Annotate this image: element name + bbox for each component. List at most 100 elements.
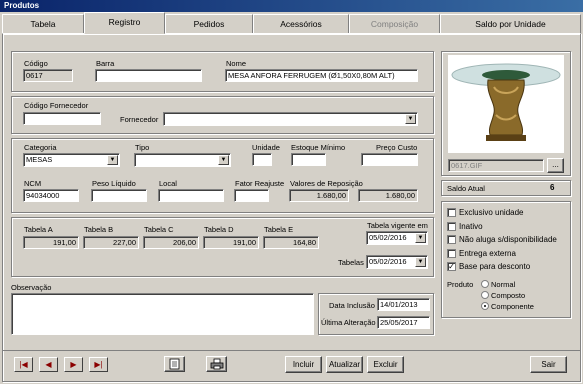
base-desconto-label: Base para desconto — [459, 262, 531, 271]
chevron-down-icon[interactable]: ▼ — [415, 257, 426, 267]
ultima-alteracao-field[interactable]: 25/05/2017 — [377, 316, 430, 329]
barra-label: Barra — [96, 59, 115, 68]
exclusivo-unidade-label: Exclusivo unidade — [459, 208, 524, 217]
inativo-checkbox[interactable] — [447, 222, 456, 231]
first-icon: |◀ — [19, 360, 28, 369]
tipo-select[interactable]: ▼ — [134, 153, 231, 167]
data-inclusao-label: Data Inclusão — [329, 301, 375, 310]
local-field[interactable] — [158, 189, 224, 202]
entrega-externa-checkbox[interactable] — [447, 249, 456, 258]
previous-icon: ◀ — [45, 360, 52, 369]
next-record-button[interactable]: ▶ — [64, 357, 83, 372]
produto-composto-label: Composto — [491, 291, 526, 300]
chevron-down-icon[interactable]: ▼ — [415, 233, 426, 243]
printer-icon — [210, 358, 223, 370]
tipo-label: Tipo — [135, 143, 150, 152]
valores-reposicao-label: Valores de Reposição — [290, 179, 363, 188]
tab-registro[interactable]: Registro — [84, 12, 165, 34]
tabela-b-label: Tabela B — [84, 225, 114, 234]
reposicao-field-1: 1.680,00 — [289, 189, 349, 202]
inativo-label: Inativo — [459, 222, 483, 231]
tabela-c-field: 206,00 — [143, 236, 199, 249]
window-title: Produtos — [0, 0, 583, 12]
tabela-vigente-label: Tabela vigente em — [367, 221, 428, 230]
tabela-d-label: Tabela D — [204, 225, 234, 234]
tabela-b-field: 227,00 — [83, 236, 139, 249]
atualizar-button[interactable]: Atualizar — [326, 356, 363, 373]
chevron-down-icon[interactable]: ▼ — [218, 155, 229, 165]
tabelas-value: 05/02/2016 — [369, 257, 407, 266]
tab-saldo-por-unidade[interactable]: Saldo por Unidade — [440, 14, 581, 33]
tab-label: Registro — [108, 17, 141, 27]
tabelas-select[interactable]: 05/02/2016 ▼ — [366, 255, 428, 269]
browse-image-button[interactable]: ... — [547, 158, 564, 173]
tab-label: Saldo por Unidade — [475, 19, 546, 29]
print-button[interactable] — [206, 356, 227, 372]
tab-label: Tabela — [30, 19, 56, 29]
categoria-label: Categoria — [24, 143, 57, 152]
next-icon: ▶ — [70, 360, 77, 369]
tabela-a-field: 191,00 — [23, 236, 79, 249]
nome-label: Nome — [226, 59, 247, 68]
last-icon: ▶| — [94, 360, 103, 369]
tabela-e-field: 164,80 — [263, 236, 319, 249]
chevron-down-icon[interactable]: ▼ — [405, 114, 416, 124]
unidade-label: Unidade — [252, 143, 280, 152]
cod-fornecedor-label: Código Fornecedor — [24, 101, 89, 110]
nome-field[interactable]: MESA ANFORA FERRUGEM (Ø1,50X0,80M ALT) — [225, 69, 418, 82]
reposicao-field-2: 1.680,00 — [358, 189, 418, 202]
data-inclusao-field[interactable]: 14/01/2013 — [377, 298, 430, 311]
estoque-minimo-field[interactable] — [291, 153, 326, 166]
fornecedor-select[interactable]: ▼ — [163, 112, 418, 126]
tab-pedidos[interactable]: Pedidos — [165, 14, 253, 33]
cod-fornecedor-field[interactable] — [23, 112, 101, 125]
nao-aluga-checkbox[interactable] — [447, 235, 456, 244]
tabela-a-label: Tabela A — [24, 225, 53, 234]
ncm-field[interactable]: 94034000 — [23, 189, 79, 202]
observacao-label: Observação — [11, 283, 52, 292]
peso-liquido-label: Peso Líquido — [92, 179, 136, 188]
preco-custo-label: Preço Custo — [376, 143, 418, 152]
produto-componente-label: Componente — [491, 302, 534, 311]
codigo-field[interactable]: 0617 — [23, 69, 73, 82]
incluir-button[interactable]: Incluir — [285, 356, 322, 373]
categoria-value: MESAS — [26, 155, 53, 164]
observacao-textarea[interactable] — [11, 293, 314, 335]
entrega-externa-label: Entrega externa — [459, 249, 516, 258]
categoria-select[interactable]: MESAS ▼ — [23, 153, 120, 167]
excluir-button[interactable]: Excluir — [367, 356, 404, 373]
sair-button[interactable]: Sair — [530, 356, 567, 373]
last-record-button[interactable]: ▶| — [89, 357, 108, 372]
barra-field[interactable] — [95, 69, 202, 82]
fator-reajuste-label: Fator Reajuste — [235, 179, 285, 188]
produto-normal-radio[interactable] — [481, 280, 489, 288]
base-desconto-checkbox[interactable]: ✓ — [447, 262, 456, 271]
options-panel — [441, 201, 571, 318]
peso-liquido-field[interactable] — [91, 189, 147, 202]
tab-tabela[interactable]: Tabela — [2, 14, 84, 33]
nao-aluga-label: Não aluga s/disponibilidade — [459, 235, 557, 244]
report-button[interactable] — [164, 356, 185, 372]
produto-componente-radio[interactable] — [481, 302, 489, 310]
produto-composto-radio[interactable] — [481, 291, 489, 299]
tabela-e-label: Tabela E — [264, 225, 294, 234]
product-image — [448, 55, 564, 153]
tabela-vigente-select[interactable]: 05/02/2016 ▼ — [366, 231, 428, 245]
document-icon — [169, 358, 179, 370]
first-record-button[interactable]: |◀ — [14, 357, 33, 372]
tabela-c-label: Tabela C — [144, 225, 174, 234]
produto-label: Produto — [447, 280, 474, 289]
exclusivo-unidade-checkbox[interactable] — [447, 208, 456, 217]
fornecedor-label: Fornecedor — [120, 115, 159, 124]
ultima-alteracao-label: Última Alteração — [321, 318, 376, 327]
chevron-down-icon[interactable]: ▼ — [107, 155, 118, 165]
tab-composicao: Composição — [349, 14, 440, 33]
previous-record-button[interactable]: ◀ — [39, 357, 58, 372]
unidade-field[interactable] — [252, 153, 272, 166]
preco-custo-field[interactable] — [361, 153, 418, 166]
image-filename-field: 0617.GIF — [448, 159, 544, 172]
ncm-label: NCM — [24, 179, 42, 188]
fator-reajuste-field[interactable] — [234, 189, 269, 202]
tab-acessorios[interactable]: Acessórios — [253, 14, 349, 33]
saldo-atual-value: 6 — [550, 183, 555, 192]
